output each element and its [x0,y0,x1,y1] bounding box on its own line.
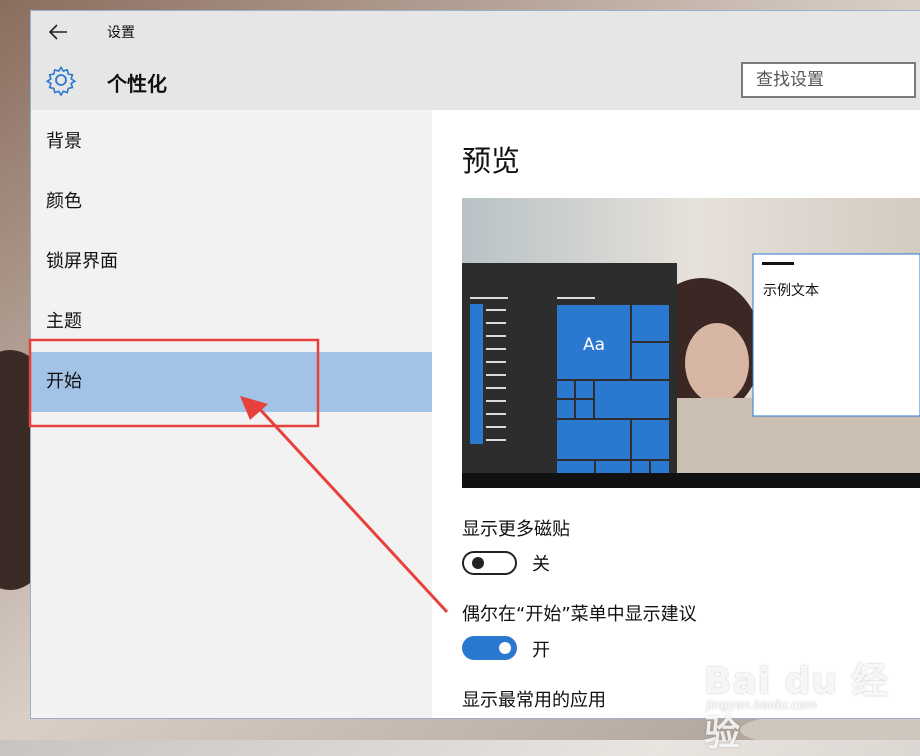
window-title: 设置 [107,25,135,41]
sidebar-item-themes[interactable]: 主题 [31,292,432,352]
settings-window: 设置 个性化 背景 颜色 锁屏界面 主题 开始 预览 [31,11,920,718]
toggle-state-suggestions: 开 [532,640,550,661]
sidebar-item-colors[interactable]: 颜色 [31,172,432,232]
preview-heading: 预览 [462,144,521,178]
sidebar-item-label: 颜色 [46,191,82,212]
settings-header: 个性化 [31,51,920,110]
sidebar: 背景 颜色 锁屏界面 主题 开始 [31,110,432,718]
start-preview-image [462,198,920,488]
sidebar-item-label: 背景 [46,131,82,152]
toggle-state-more-tiles: 关 [532,554,550,575]
sidebar-item-label: 开始 [46,371,82,392]
setting-label-most-used: 显示最常用的应用 [462,690,606,711]
page-title: 个性化 [107,72,167,96]
toggle-suggestions[interactable] [462,636,517,660]
toggle-knob [499,642,511,654]
gear-icon [45,65,77,96]
toggle-knob [472,557,484,569]
baidu-watermark: Bai du 经验 jingyan.baidu.com [704,636,914,754]
start-preview: Aa 示例文本 [462,198,920,488]
content-pane: 预览 Aa 示例文本 显示更多磁贴 关 偶尔在“开始”菜单中显示建议 开 显示最… [432,110,920,718]
back-arrow-icon[interactable] [47,21,69,43]
sidebar-item-label: 锁屏界面 [46,251,118,272]
sidebar-item-label: 主题 [46,311,82,332]
search-input[interactable] [741,62,916,98]
sidebar-item-background[interactable]: 背景 [31,112,432,172]
title-bar: 设置 [31,11,920,51]
watermark-subtext: jingyan.baidu.com [706,698,817,712]
setting-label-suggestions: 偶尔在“开始”菜单中显示建议 [462,604,697,625]
preview-sample-text: 示例文本 [763,283,819,299]
sidebar-item-start[interactable]: 开始 [31,352,432,412]
toggle-more-tiles[interactable] [462,551,517,575]
sidebar-item-lock-screen[interactable]: 锁屏界面 [31,232,432,292]
preview-tile-text: Aa [583,335,606,355]
setting-label-more-tiles: 显示更多磁贴 [462,519,570,540]
